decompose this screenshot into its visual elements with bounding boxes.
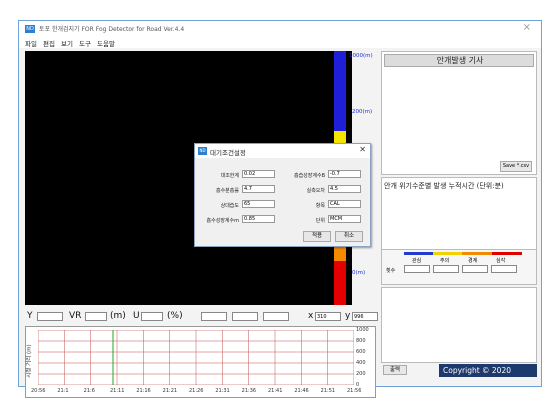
app-window: ND 토포 한개검지기 FOR Fog Detector for Road Ve… [18,20,542,398]
menu-tools[interactable]: 도구 [79,38,91,48]
graph-axis-title: 시정 거리 (m) [26,344,33,378]
item-field[interactable]: CAL [328,200,361,208]
relative-humidity-label: 상대습도 [220,203,239,209]
menu-edit[interactable]: 편집 [43,38,55,48]
title-bar: ND 토포 한개검지기 FOR Fog Detector for Road Ve… [19,21,541,37]
absorption-rate-label: 흡수분흡률 [215,188,239,194]
vr-field[interactable] [85,312,107,321]
status-row: Y VR (m) U (%) x 310 y 996 [25,310,381,323]
graph-x-tick: 21:11 [110,388,125,394]
graph-x-tick: 21:41 [268,388,283,394]
x-coord-label: x [308,311,314,321]
count-interest [404,265,430,273]
window-title: 토포 한개검지기 FOR Fog Detector for Road Ver.4… [39,26,185,33]
visibility-graph-panel: 시정 거리 (m) 1000 800 600 400 200 0 20:56 21:1 21:… [25,326,376,398]
u-label: U [133,311,140,321]
contrast-threshold-label: 대조한계 [220,173,239,179]
event-panel-title: 안개발생 기사 [436,56,484,65]
absorption-rate-field[interactable]: 4.7 [242,185,275,193]
contrast-threshold-field[interactable]: 0.02 [242,170,275,178]
relative-humidity-field[interactable]: 65 [242,200,275,208]
count-caution [433,265,459,273]
dialog-title-bar: ND 대기조건설정 ✕ [195,144,370,158]
field-b[interactable] [232,312,258,321]
graph-y-tick: 400 [356,360,366,366]
dialog-app-icon: ND [198,147,207,155]
menu-file[interactable]: 파일 [25,38,37,48]
unit-label: 단위 [315,218,325,224]
level-label-alert: 경계 [468,258,478,264]
hygroscopic-b-field[interactable]: -0.7 [328,170,361,178]
apply-button[interactable]: 적용 [303,231,331,242]
graph-x-tick: 21:26 [189,388,204,394]
dialog-title: 대기조건설정 [210,149,246,157]
graph-y-tick: 1000 [356,327,369,333]
app-icon: ND [25,25,35,33]
graph-x-tick: 21:16 [136,388,151,394]
item-label: 항목 [315,203,325,209]
growth-coefficient-m-label: 흡수성장계수m [206,218,239,224]
graph-y-tick: 600 [356,349,366,355]
scale-label-top: 1000(m) [349,53,373,59]
y-label: Y [27,311,33,321]
menu-help[interactable]: 도움말 [97,38,115,48]
field-a[interactable] [201,312,227,321]
vr-unit-label: (m) [110,311,126,321]
level-panel: 관심 주의 경계 심각 횟수 [381,249,537,285]
graph-x-tick: 21:36 [241,388,257,394]
hygroscopic-b-label: 흡습성장계수B [293,173,325,179]
level-color-bar [404,252,522,255]
count-severe [491,265,517,273]
scale-label-bottom: 0(m) [352,270,366,276]
cancel-button[interactable]: 취소 [335,231,363,242]
graph-x-tick: 21:1 [57,388,69,394]
y-coord-field[interactable]: 996 [352,312,378,321]
measurement-error-label: 실측오차 [306,188,325,194]
u-unit-label: (%) [167,311,183,321]
stats-title: 안개 위기수준별 발생 누적시간 (단위:분) [384,182,504,190]
menu-view[interactable]: 보기 [61,38,73,48]
visibility-graph [38,330,354,385]
graph-x-tick: 21:21 [162,388,178,394]
y-coord-label: y [345,311,351,321]
u-field[interactable] [141,312,163,321]
copyright-text: Copyright © 2020 [443,366,512,375]
save-csv-button[interactable]: Save *.csv [500,161,532,172]
x-coord-field[interactable]: 310 [315,312,341,321]
y-field[interactable] [37,312,63,321]
bottom-right-panel [381,287,537,363]
field-c[interactable] [263,312,289,321]
scale-label-mid: 200(m) [352,109,373,115]
level-label-caution: 주의 [440,258,450,264]
level-label-severe: 심각 [496,258,506,264]
graph-y-tick: 800 [356,338,366,344]
graph-x-tick: 21:56 [347,388,362,394]
graph-x-tick: 20:56 [31,388,46,394]
graph-x-tick: 21:6 [83,388,95,394]
measurement-error-field[interactable]: 4.5 [328,185,361,193]
graph-x-tick: 21:51 [320,388,336,394]
growth-coefficient-m-field[interactable]: 0.85 [242,215,275,223]
unit-field[interactable]: MCM [328,215,361,223]
graph-x-tick: 21:46 [294,388,309,394]
event-panel: 안개발생 기사 Save *.csv [381,51,537,175]
vr-label: VR [69,311,82,321]
print-button[interactable]: 출력 [383,365,407,375]
atmospheric-settings-dialog: ND 대기조건설정 ✕ 대조한계 0.02 흡수분흡률 4.7 상대습도 65 … [194,143,371,247]
dialog-close-icon[interactable]: ✕ [359,145,366,154]
menu-bar: 파일 편집 보기 도구 도움말 [19,37,541,48]
graph-y-tick: 200 [356,371,366,377]
graph-x-tick: 21:31 [215,388,230,394]
close-icon[interactable]: × [523,22,531,33]
level-label-interest: 관심 [412,258,422,264]
count-alert [462,265,488,273]
count-label: 횟수 [386,268,396,274]
